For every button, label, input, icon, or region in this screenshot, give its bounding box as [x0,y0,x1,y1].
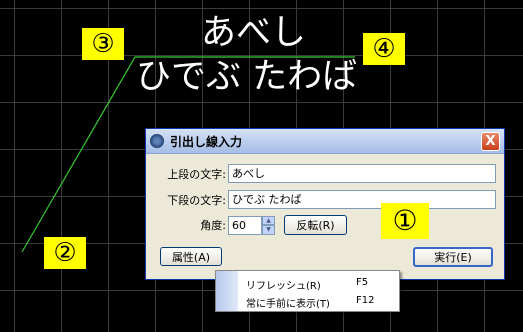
spin-down-icon[interactable]: ▼ [262,225,275,235]
angle-label: 角度: [200,219,226,232]
menu-item-label: 常に手前に表示(T) [246,299,330,310]
dialog-title: 引出し線入力 [170,134,243,149]
lower-text-label: 下段の文字: [167,193,226,207]
marker-two: ② [44,237,86,269]
marker-one: ① [381,203,429,239]
spin-up-icon[interactable]: ▲ [262,215,275,225]
menu-item-shortcut: F5 [356,277,369,288]
menu-item-always-on-top[interactable]: 常に手前に表示(T) F12 [246,295,396,310]
upper-cad-text: あべし [201,13,307,53]
reverse-button[interactable]: 反転(R) [284,215,347,235]
leader-input-dialog: 引出し線入力 X 上段の文字: あべし 下段の文字: ひでぶ たわば 角度: 6… [145,128,505,280]
execute-button[interactable]: 実行(E) [413,247,493,267]
angle-stepper[interactable]: 60 ▲ ▼ [228,215,275,235]
app-gear-icon [150,134,164,148]
menu-icon-strip [216,271,238,311]
upper-text-label: 上段の文字: [167,167,226,181]
close-icon[interactable]: X [481,132,500,151]
angle-input[interactable]: 60 [228,215,262,235]
upper-text-input[interactable]: あべし [228,164,496,183]
menu-item-label: リフレッシュ(R) [246,281,321,292]
lower-text-row: 下段の文字: ひでぶ たわば [160,190,496,209]
dialog-titlebar[interactable]: 引出し線入力 X [146,129,504,154]
lower-text-input[interactable]: ひでぶ たわば [228,190,496,209]
context-menu: リフレッシュ(R) F5 常に手前に表示(T) F12 [215,270,400,312]
lower-cad-text: ひでぶ たわば [136,57,358,97]
attribute-button[interactable]: 属性(A) [160,247,222,266]
upper-text-row: 上段の文字: あべし [160,164,496,183]
menu-item-shortcut: F12 [356,295,375,306]
marker-three: ③ [82,28,124,60]
marker-four: ④ [363,33,405,65]
menu-item-refresh[interactable]: リフレッシュ(R) F5 [246,277,396,292]
angle-row: 角度: 60 ▲ ▼ 反転(R) [160,215,347,235]
